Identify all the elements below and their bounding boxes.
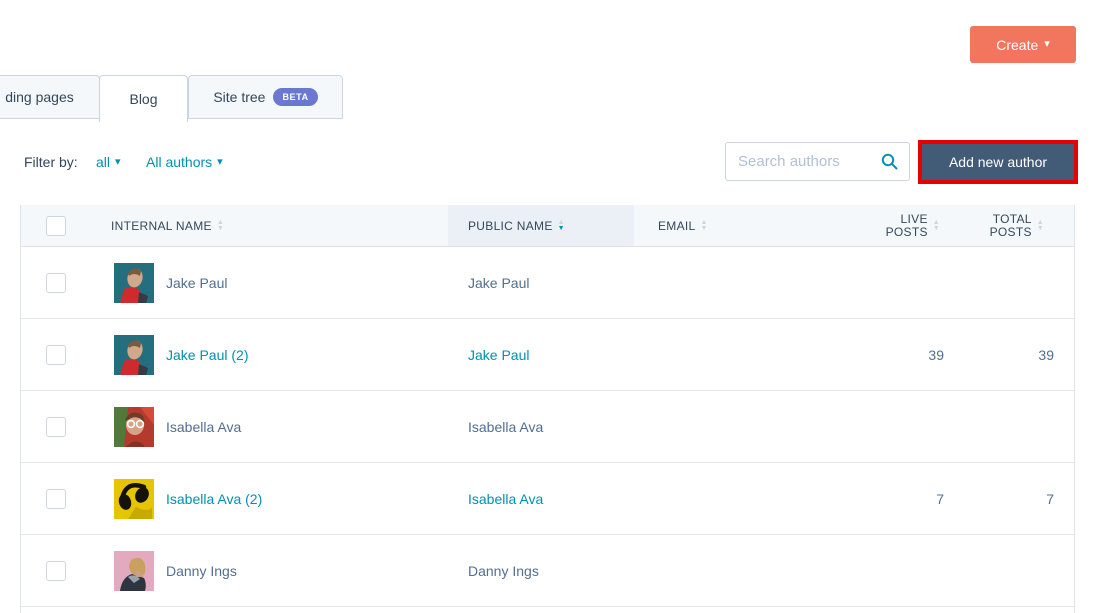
internal-name-link[interactable]: Isabella Ava (2) [166, 491, 262, 507]
header-internal-name[interactable]: INTERNAL NAME ▲▼ [94, 205, 448, 246]
filter-authors-label: All authors [146, 154, 212, 170]
header-live-posts-label: LIVE POSTS [884, 213, 928, 239]
create-button-label: Create [996, 37, 1038, 53]
chevron-down-icon: ▾ [115, 157, 121, 168]
tab-landing-pages-label: ding pages [5, 89, 74, 105]
total-posts-cell: 7 [948, 463, 1074, 534]
chevron-down-icon: ▾ [1044, 39, 1050, 50]
filter-by-label: Filter by: [24, 154, 78, 170]
total-posts-cell [948, 391, 1074, 462]
live-posts-cell [821, 535, 948, 606]
tab-site-tree-label: Site tree [213, 89, 265, 105]
table-row: Isabella Ava (2) Isabella Ava 7 7 [21, 463, 1074, 535]
create-button[interactable]: Create ▾ [970, 26, 1076, 63]
table-row: Jake Paul Jake Paul [21, 247, 1074, 319]
live-posts-cell [821, 391, 948, 462]
internal-name: Jake Paul [166, 275, 227, 291]
isabella-ava-avatar [114, 407, 154, 447]
email-cell [634, 535, 821, 606]
next-row-partial [21, 607, 1074, 613]
email-cell [634, 247, 821, 318]
blog-authors-screen: Create ▾ ding pages Blog Site tree BETA … [0, 0, 1093, 613]
internal-name-link[interactable]: Jake Paul (2) [166, 347, 248, 363]
row-checkbox[interactable] [46, 561, 66, 581]
live-posts-cell: 7 [821, 463, 948, 534]
header-internal-name-label: INTERNAL NAME [111, 219, 212, 233]
tab-site-tree[interactable]: Site tree BETA [188, 75, 343, 119]
search-icon[interactable] [881, 153, 898, 170]
total-posts-cell [948, 247, 1074, 318]
live-posts-cell [821, 247, 948, 318]
row-checkbox[interactable] [46, 273, 66, 293]
sort-icon: ▲▼ [933, 220, 940, 232]
header-public-name[interactable]: PUBLIC NAME ▲▼ [448, 205, 634, 246]
header-live-posts[interactable]: LIVE POSTS ▲▼ [821, 205, 948, 246]
internal-name: Danny Ings [166, 563, 237, 579]
sort-icon: ▲▼ [1037, 220, 1044, 232]
jake-paul-avatar [114, 263, 154, 303]
email-cell [634, 391, 821, 462]
tab-blog-label: Blog [129, 91, 157, 107]
header-email[interactable]: EMAIL ▲▼ [634, 205, 821, 246]
select-all-checkbox[interactable] [46, 216, 66, 236]
email-cell [634, 319, 821, 390]
tab-blog[interactable]: Blog [99, 75, 188, 122]
tab-landing-pages[interactable]: ding pages [0, 75, 100, 119]
filter-all-label: all [96, 154, 110, 170]
live-posts-cell: 39 [821, 319, 948, 390]
search-input[interactable] [726, 153, 881, 170]
row-checkbox[interactable] [46, 417, 66, 437]
authors-table: INTERNAL NAME ▲▼ PUBLIC NAME ▲▼ EMAIL ▲▼… [20, 205, 1075, 613]
email-cell [634, 463, 821, 534]
total-posts-cell: 39 [948, 319, 1074, 390]
chevron-down-icon: ▾ [217, 157, 223, 168]
table-header-row: INTERNAL NAME ▲▼ PUBLIC NAME ▲▼ EMAIL ▲▼… [21, 205, 1074, 247]
public-name: Danny Ings [448, 535, 634, 606]
sort-icon: ▲▼ [701, 220, 708, 232]
public-name-link[interactable]: Isabella Ava [448, 463, 634, 534]
public-name: Isabella Ava [448, 391, 634, 462]
header-total-posts-label: TOTAL POSTS [988, 213, 1032, 239]
row-checkbox[interactable] [46, 345, 66, 365]
header-public-name-label: PUBLIC NAME [468, 219, 553, 233]
jake-paul-avatar [114, 335, 154, 375]
add-author-highlight-box: Add new author [918, 140, 1078, 184]
row-checkbox[interactable] [46, 489, 66, 509]
internal-name: Isabella Ava [166, 419, 241, 435]
sort-icon: ▲▼ [217, 220, 224, 232]
sort-icon-active-desc: ▲▼ [558, 220, 565, 232]
filter-authors-dropdown[interactable]: All authors ▾ [146, 154, 223, 170]
headphones-avatar [114, 479, 154, 519]
public-name: Jake Paul [448, 247, 634, 318]
total-posts-cell [948, 535, 1074, 606]
header-total-posts[interactable]: TOTAL POSTS ▲▼ [948, 205, 1074, 246]
danny-ings-avatar [114, 551, 154, 591]
beta-badge: BETA [273, 88, 317, 106]
search-box [725, 142, 910, 181]
table-row: Danny Ings Danny Ings [21, 535, 1074, 607]
add-new-author-button[interactable]: Add new author [922, 144, 1074, 180]
table-row: Jake Paul (2) Jake Paul 39 39 [21, 319, 1074, 391]
header-checkbox-cell [21, 205, 94, 246]
public-name-link[interactable]: Jake Paul [448, 319, 634, 390]
header-email-label: EMAIL [658, 219, 696, 233]
filter-all-dropdown[interactable]: all ▾ [96, 154, 121, 170]
table-row: Isabella Ava Isabella Ava [21, 391, 1074, 463]
